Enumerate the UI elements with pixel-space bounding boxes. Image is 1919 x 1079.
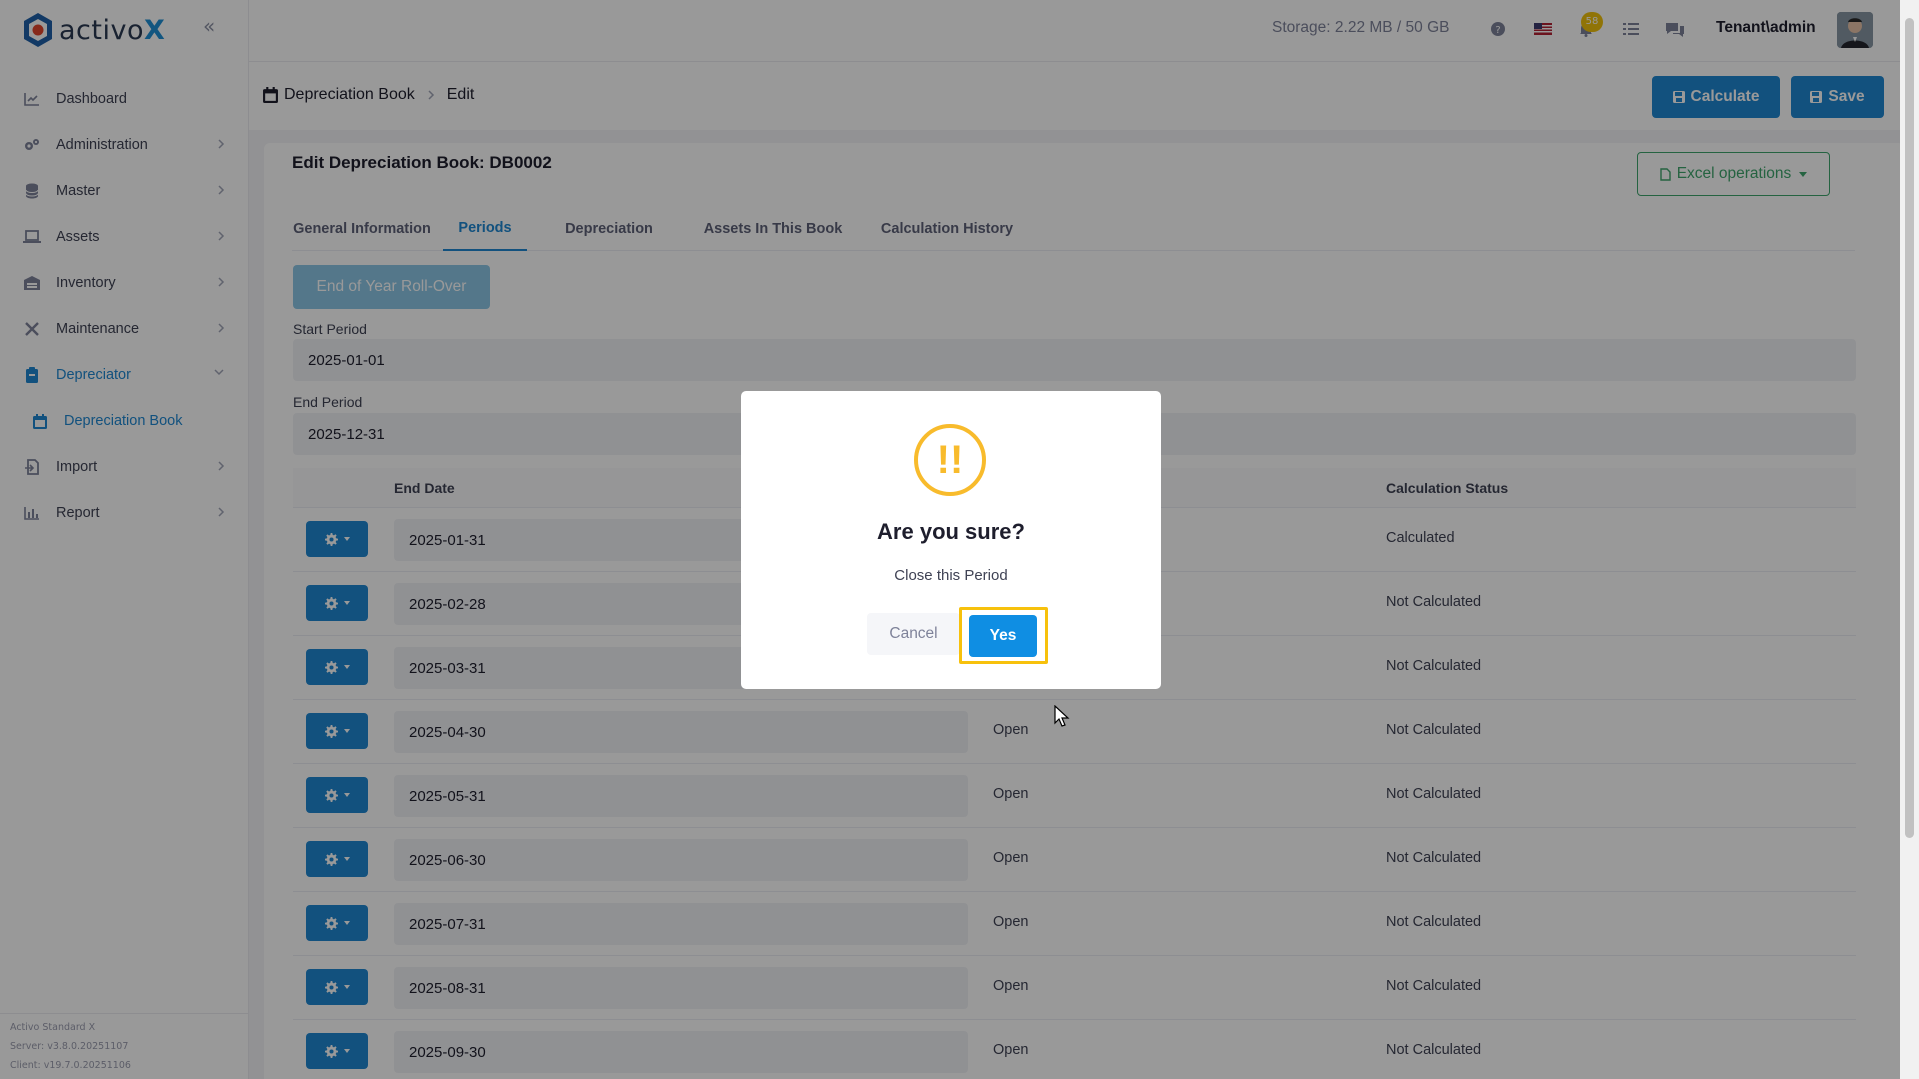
yes-button[interactable]: Yes <box>969 615 1037 657</box>
dialog-message: Close this Period <box>894 567 1008 584</box>
page-scrollbar[interactable] <box>1900 0 1919 1079</box>
cancel-button[interactable]: Cancel <box>867 613 960 655</box>
dialog-title: Are you sure? <box>877 519 1025 544</box>
warning-icon: !! <box>914 424 986 496</box>
warning-icon-glyph: !! <box>936 437 964 482</box>
scroll-thumb[interactable] <box>1905 18 1914 838</box>
confirm-dialog: !! Are you sure? Close this Period Cance… <box>741 391 1161 689</box>
mouse-cursor-icon <box>1054 705 1070 727</box>
